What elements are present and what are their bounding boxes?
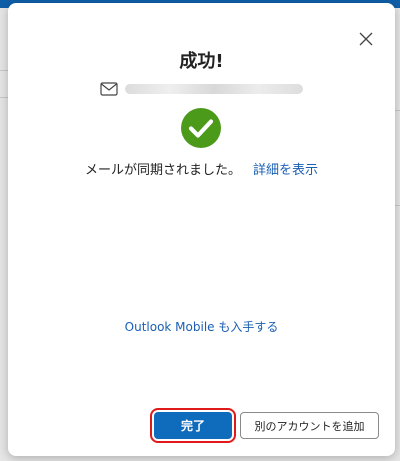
close-icon — [359, 32, 373, 46]
check-circle-icon — [181, 108, 221, 148]
done-button[interactable]: 完了 — [150, 408, 236, 443]
background-divider — [395, 205, 400, 206]
sync-status-row: メールが同期されました。 詳細を表示 — [8, 159, 395, 178]
account-row — [100, 80, 303, 98]
sync-message: メールが同期されました。 — [84, 163, 241, 178]
background-divider — [0, 70, 8, 71]
details-link[interactable]: 詳細を表示 — [253, 163, 318, 178]
dialog-title: 成功! — [179, 51, 224, 72]
mail-icon — [100, 82, 118, 96]
add-account-button[interactable]: 別のアカウントを追加 — [240, 412, 379, 439]
background-divider — [395, 110, 400, 111]
success-dialog: 成功! メールが同期されました。 詳細を表示 Outlook Mobile も入手… — [8, 3, 395, 456]
redacted-email — [125, 84, 303, 94]
background-divider — [0, 97, 8, 98]
outlook-mobile-link[interactable]: Outlook Mobile も入手する — [8, 318, 395, 335]
